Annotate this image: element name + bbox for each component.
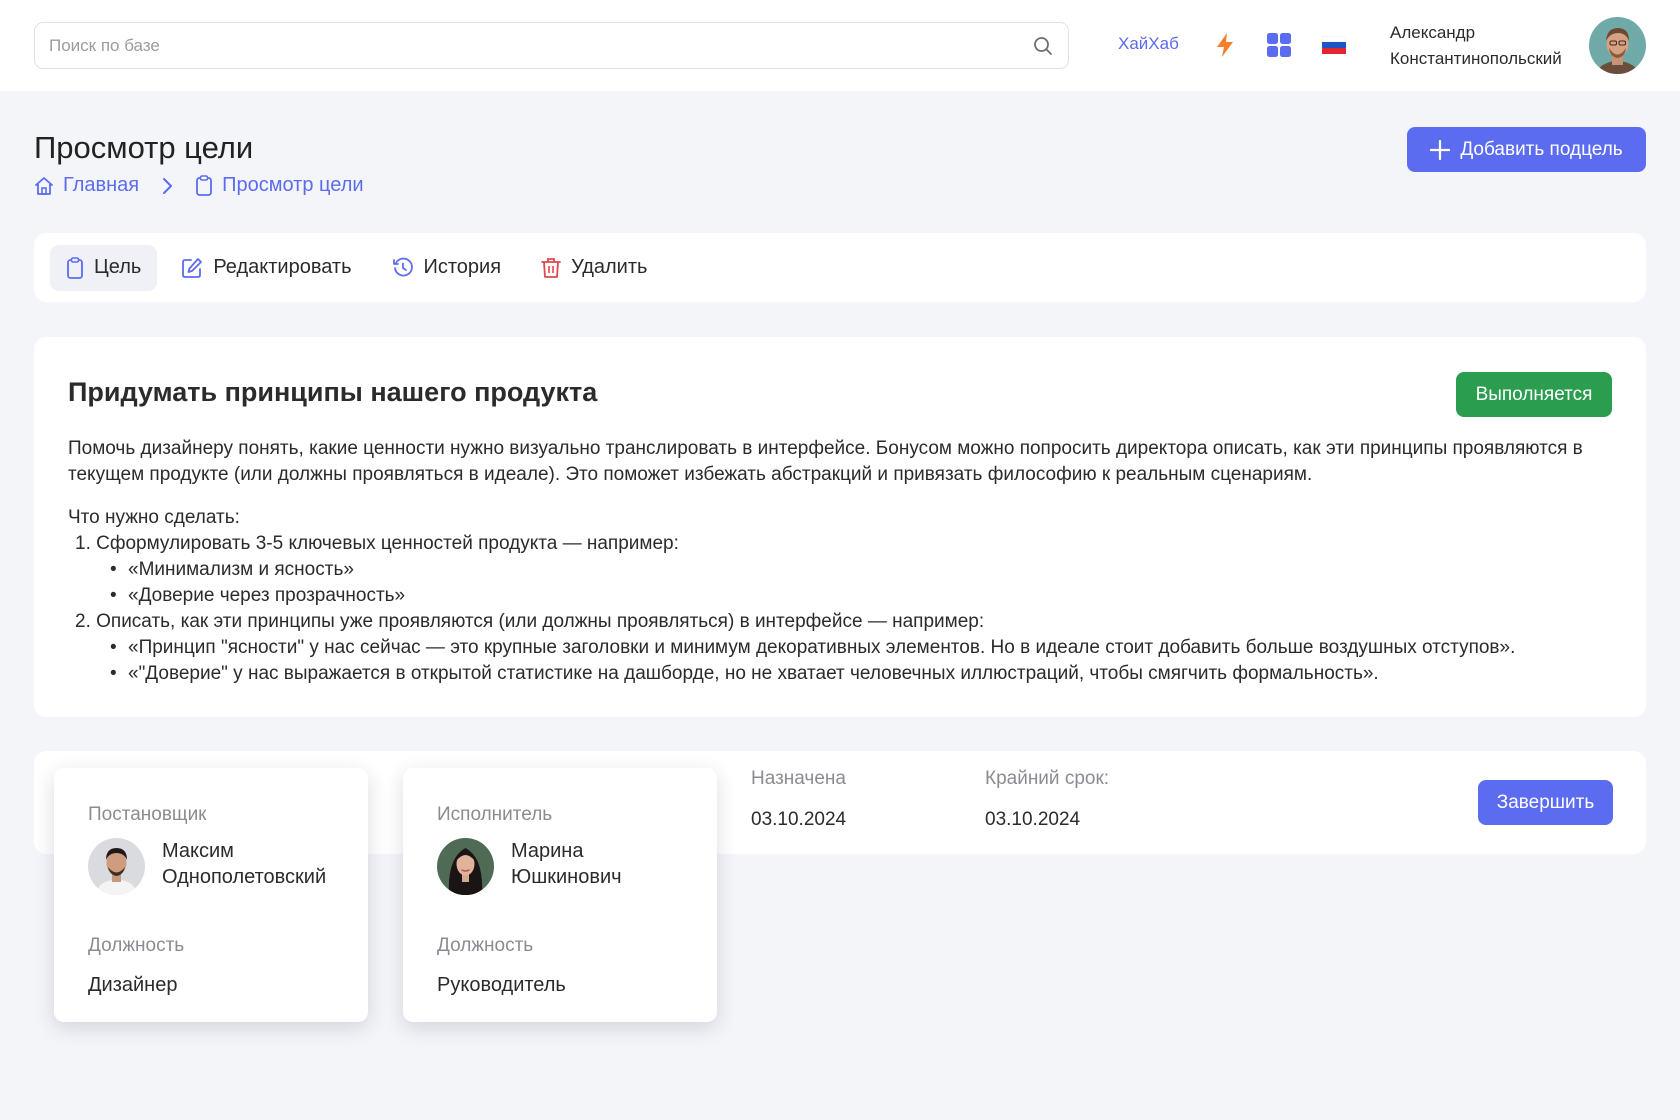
executor-name: Марина Юшкинович	[511, 838, 622, 890]
add-subgoal-label: Добавить подцель	[1460, 138, 1623, 160]
home-icon	[35, 176, 53, 195]
todo-item: 2. Описать, как эти принципы уже проявля…	[75, 611, 985, 632]
executor-role-label: Должность	[437, 935, 534, 956]
creator-card[interactable]: Постановщик Максим Однополетовский Должн…	[54, 768, 368, 1022]
goal-card: Придумать принципы нашего продукта Выпол…	[34, 337, 1646, 717]
creator-label: Постановщик	[88, 804, 207, 825]
breadcrumb-item-current[interactable]: Просмотр цели	[195, 174, 364, 197]
executor-role: Руководитель	[437, 974, 566, 996]
tab-goal[interactable]: Цель	[50, 244, 158, 291]
todo-sub-item: «Принцип "ясности" у нас сейчас — это кр…	[68, 635, 1612, 661]
assigned-label: Назначена	[751, 768, 846, 789]
search-box[interactable]	[34, 22, 1069, 69]
avatar	[88, 838, 145, 895]
goal-title: Придумать принципы нашего продукта	[68, 377, 598, 407]
hub-link[interactable]: ХайХаб	[1118, 34, 1179, 54]
user-avatar[interactable]	[1589, 17, 1646, 74]
tab-label: Редактировать	[213, 256, 352, 278]
edit-icon	[182, 257, 203, 278]
creator-name: Максим Однополетовский	[162, 838, 326, 890]
tab-label: Удалить	[571, 256, 648, 278]
user-last-name: Константинопольский	[1390, 49, 1562, 68]
creator-person: Максим Однополетовский	[88, 838, 334, 895]
executor-card[interactable]: Исполнитель Марина Юшкинович Должность Р…	[403, 768, 717, 1022]
tab-label: История	[423, 256, 502, 278]
deadline-label: Крайний срок:	[985, 768, 1110, 789]
assigned-value: 03.10.2024	[751, 809, 847, 830]
creator-role: Дизайнер	[88, 974, 178, 996]
breadcrumb-label: Просмотр цели	[222, 174, 364, 196]
goal-description: Помочь дизайнеру понять, какие ценности …	[68, 438, 1583, 485]
todo-item: 1. Сформулировать 3-5 ключевых ценностей…	[75, 533, 679, 554]
todo-list: 1. Сформулировать 3-5 ключевых ценностей…	[68, 531, 1612, 687]
lightning-icon[interactable]	[1211, 31, 1239, 59]
deadline-value: 03.10.2024	[985, 809, 1081, 830]
breadcrumb: Главная Просмотр цели	[34, 174, 364, 197]
creator-role-label: Должность	[88, 935, 185, 956]
chevron-right-icon	[161, 177, 173, 195]
clipboard-icon	[67, 256, 83, 279]
executor-label: Исполнитель	[437, 804, 553, 825]
top-bar: ХайХаб Александр Константинопольский	[0, 0, 1680, 91]
status-badge: Выполняется	[1456, 372, 1612, 417]
search-input[interactable]	[49, 35, 1032, 56]
creator-last-name: Однополетовский	[162, 866, 327, 888]
executor-last-name: Юшкинович	[511, 866, 622, 888]
clipboard-icon	[196, 175, 213, 196]
tab-label: Цель	[94, 256, 142, 278]
executor-first-name: Марина	[511, 840, 584, 862]
breadcrumb-item-home[interactable]: Главная	[34, 174, 139, 197]
todo-sub-item: «Доверие через прозрачность»	[68, 583, 1612, 609]
plus-icon	[1430, 139, 1451, 160]
search-icon[interactable]	[1032, 35, 1054, 57]
add-subgoal-button[interactable]: Добавить подцель	[1407, 127, 1646, 172]
tab-delete[interactable]: Удалить	[525, 245, 663, 291]
history-icon	[392, 257, 413, 276]
creator-first-name: Максим	[162, 840, 234, 862]
user-name[interactable]: Александр Константинопольский	[1390, 20, 1562, 72]
executor-person: Марина Юшкинович	[437, 838, 683, 895]
apps-grid-icon[interactable]	[1265, 31, 1293, 59]
page-title: Просмотр цели	[34, 130, 254, 165]
todo-sub-item: «Минимализм и ясность»	[68, 557, 1612, 583]
deadline-date: Крайний срок: 03.10.2024	[985, 768, 1109, 831]
tab-edit[interactable]: Редактировать	[165, 245, 367, 291]
assigned-date: Назначена 03.10.2024	[751, 768, 846, 831]
goal-tabs: Цель Редактировать История Удалить	[34, 233, 1646, 302]
todo-sub-item: «"Доверие" у нас выражается в открытой с…	[68, 661, 1612, 687]
russia-flag-icon[interactable]	[1320, 31, 1348, 59]
trash-icon	[541, 257, 561, 278]
breadcrumb-label: Главная	[63, 174, 140, 196]
avatar	[437, 838, 494, 895]
finish-button[interactable]: Завершить	[1478, 780, 1613, 825]
user-first-name: Александр	[1390, 23, 1476, 42]
todo-heading: Что нужно сделать:	[68, 507, 240, 528]
tab-history[interactable]: История	[376, 245, 518, 291]
